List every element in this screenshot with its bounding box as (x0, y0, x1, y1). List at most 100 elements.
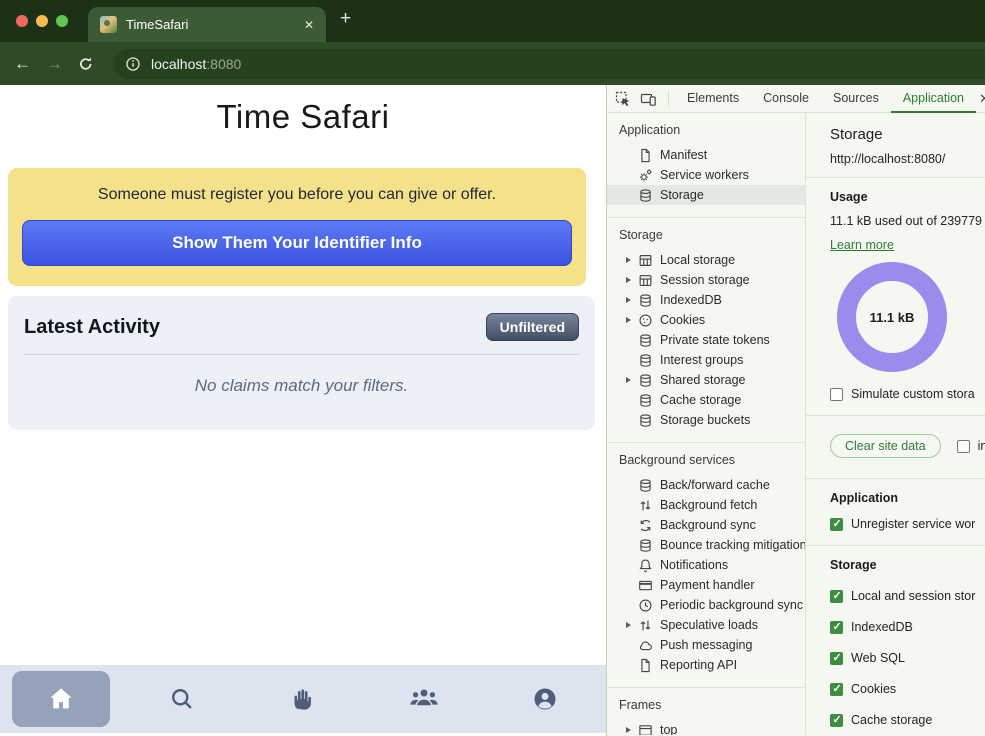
expand-arrow-icon[interactable] (626, 377, 631, 383)
application-sidebar: Application Manifest Service workers Sto… (607, 113, 806, 735)
checkbox-checked-icon[interactable] (830, 652, 843, 665)
minimize-window-button[interactable] (36, 15, 48, 27)
sidebar-section-frames: Frames top (607, 688, 805, 735)
sidebar-item-local-storage[interactable]: Local storage (607, 250, 805, 270)
cache-storage-checkbox-row[interactable]: Cache storage (830, 713, 985, 727)
file-icon (638, 148, 653, 163)
simulate-storage-checkbox-row[interactable]: Simulate custom stora (830, 387, 985, 401)
expand-arrow-icon[interactable] (626, 297, 631, 303)
usage-donut-chart: 11.1 kB (837, 262, 947, 372)
sidebar-item-interest-groups[interactable]: Interest groups (607, 350, 805, 370)
card-icon (638, 578, 653, 593)
nav-home[interactable] (0, 671, 121, 727)
clear-site-data-button[interactable]: Clear site data (830, 434, 941, 458)
cloud-icon (638, 638, 653, 653)
sidebar-item-private-state-tokens[interactable]: Private state tokens (607, 330, 805, 350)
new-tab-button[interactable]: + (340, 8, 351, 30)
expand-arrow-icon[interactable] (626, 277, 631, 283)
clock-icon (638, 598, 653, 613)
checkbox-unchecked-icon[interactable] (957, 440, 970, 453)
web-sql-checkbox-row[interactable]: Web SQL (830, 651, 985, 665)
cookies-checkbox-row[interactable]: Cookies (830, 682, 985, 696)
activity-heading: Latest Activity (24, 316, 160, 339)
section-title: Application (607, 123, 805, 137)
expand-arrow-icon[interactable] (626, 727, 631, 733)
app-page: Time Safari Someone must register you be… (0, 85, 606, 736)
site-info-icon[interactable] (125, 56, 141, 72)
clear-including-checkbox-row[interactable]: in (957, 439, 985, 453)
sidebar-item-speculative-loads[interactable]: Speculative loads (607, 615, 805, 635)
sidebar-item-periodic-background-sync[interactable]: Periodic background sync (607, 595, 805, 615)
sidebar-item-storage[interactable]: Storage (607, 185, 805, 205)
sidebar-item-background-fetch[interactable]: Background fetch (607, 495, 805, 515)
sidebar-item-reporting-api[interactable]: Reporting API (607, 655, 805, 675)
checkbox-checked-icon[interactable] (830, 683, 843, 696)
sidebar-item-push-messaging[interactable]: Push messaging (607, 635, 805, 655)
activity-divider (24, 354, 579, 355)
expand-arrow-icon[interactable] (626, 317, 631, 323)
bell-icon (638, 558, 653, 573)
inspect-element-icon[interactable] (615, 91, 631, 107)
sidebar-item-background-sync[interactable]: Background sync (607, 515, 805, 535)
sidebar-item-cache-storage[interactable]: Cache storage (607, 390, 805, 410)
checkbox-checked-icon[interactable] (830, 621, 843, 634)
panel-title: Storage (830, 126, 985, 143)
url-text: localhost:8080 (151, 56, 241, 72)
close-window-button[interactable] (16, 15, 28, 27)
checkbox-unchecked-icon[interactable] (830, 388, 843, 401)
tab-sources[interactable]: Sources (821, 85, 891, 113)
expand-arrow-icon[interactable] (626, 622, 631, 628)
application-heading: Application (830, 491, 985, 505)
devtools-close-icon[interactable]: ✕ (979, 91, 985, 107)
clear-site-data-section: Clear site data in (806, 415, 985, 478)
sidebar-item-manifest[interactable]: Manifest (607, 145, 805, 165)
checkbox-checked-icon[interactable] (830, 518, 843, 531)
nav-search[interactable] (121, 685, 242, 713)
panel-origin: http://localhost:8080/ (830, 152, 985, 166)
service-workers-gear-icon (638, 168, 653, 183)
checkbox-checked-icon[interactable] (830, 714, 843, 727)
checkbox-checked-icon[interactable] (830, 590, 843, 603)
sidebar-item-back-forward-cache[interactable]: Back/forward cache (607, 475, 805, 495)
browser-tab[interactable]: TimeSafari ✕ (88, 7, 326, 42)
sidebar-item-payment-handler[interactable]: Payment handler (607, 575, 805, 595)
browser-tabstrip: TimeSafari ✕ + (0, 0, 985, 42)
forward-icon[interactable]: → (46, 55, 63, 72)
sidebar-section-storage: Storage Local storage Session storage In… (607, 218, 805, 443)
device-toolbar-icon[interactable] (640, 91, 657, 107)
sidebar-item-notifications[interactable]: Notifications (607, 555, 805, 575)
storage-clear-section: Storage Local and session stor IndexedDB… (806, 545, 985, 735)
address-bar[interactable]: localhost:8080 (113, 49, 985, 79)
sidebar-item-service-workers[interactable]: Service workers (607, 165, 805, 185)
back-icon[interactable]: ← (14, 55, 31, 72)
section-title: Storage (607, 228, 805, 242)
sidebar-item-cookies[interactable]: Cookies (607, 310, 805, 330)
nav-contacts[interactable] (364, 684, 485, 714)
sidebar-item-top-frame[interactable]: top (607, 720, 805, 735)
local-session-storage-checkbox-row[interactable]: Local and session stor (830, 589, 985, 603)
tab-application[interactable]: Application (891, 85, 976, 113)
sidebar-item-storage-buckets[interactable]: Storage buckets (607, 410, 805, 430)
home-icon (46, 684, 76, 714)
tab-console[interactable]: Console (751, 85, 821, 113)
database-icon (638, 538, 653, 553)
sidebar-item-bounce-tracking-mitigation[interactable]: Bounce tracking mitigation (607, 535, 805, 555)
maximize-window-button[interactable] (56, 15, 68, 27)
nav-profile[interactable] (485, 685, 606, 713)
sidebar-section-application: Application Manifest Service workers Sto… (607, 113, 805, 218)
sidebar-item-session-storage[interactable]: Session storage (607, 270, 805, 290)
expand-arrow-icon[interactable] (626, 257, 631, 263)
tab-close-icon[interactable]: ✕ (304, 18, 314, 32)
learn-more-link[interactable]: Learn more (830, 238, 894, 252)
nav-projects[interactable] (242, 686, 363, 713)
unregister-service-workers-checkbox-row[interactable]: Unregister service wor (830, 517, 985, 531)
section-title: Background services (607, 453, 805, 467)
show-identifier-button[interactable]: Show Them Your Identifier Info (22, 220, 572, 266)
unfiltered-button[interactable]: Unfiltered (486, 313, 579, 341)
database-icon (638, 373, 653, 388)
reload-icon[interactable] (78, 56, 94, 72)
indexeddb-checkbox-row[interactable]: IndexedDB (830, 620, 985, 634)
tab-elements[interactable]: Elements (675, 85, 751, 113)
sidebar-item-indexeddb[interactable]: IndexedDB (607, 290, 805, 310)
sidebar-item-shared-storage[interactable]: Shared storage (607, 370, 805, 390)
